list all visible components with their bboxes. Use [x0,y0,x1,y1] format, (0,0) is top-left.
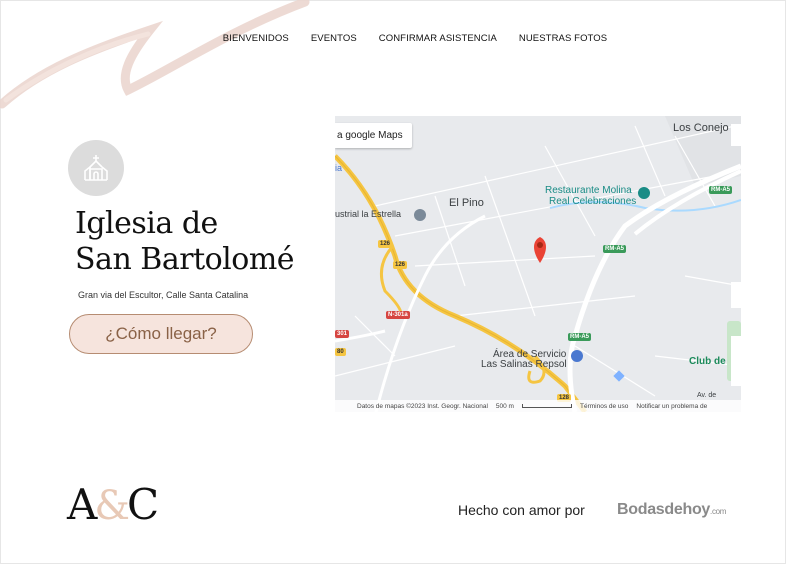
venue-title: Iglesia de San Bartolomé [75,206,295,278]
map-place-el-pino: El Pino [449,197,484,209]
venue-title-line2: San Bartolomé [75,242,295,277]
decorative-brush-stroke [0,0,310,109]
map-place-restaurante-1: Restaurante Molina [545,185,632,196]
map-terms-link[interactable]: Términos de uso [580,403,628,410]
map-embed[interactable]: a google Maps Los Conejo El Pino ustrial… [335,116,741,412]
road-label: N-301a [386,311,410,319]
road-label: RM-A5 [568,333,591,341]
map-place-los-conejos: Los Conejo [673,122,729,134]
open-in-google-maps-link[interactable]: a google Maps [335,123,412,148]
road-label: 126 [393,261,408,269]
road-label: RM-A5 [603,245,626,253]
bodasdehoy-logo[interactable]: Bodasdehoy.com [617,501,726,519]
map-place-club: Club de [689,356,726,367]
map-place-industrial: ustrial la Estrella [335,209,402,219]
nav-item-bienvenidos[interactable]: BIENVENIDOS [223,33,289,44]
map-place-av: Av. de [697,392,717,399]
map-place-area-servicio-2: Las Salinas Repsol [481,359,567,370]
nav-item-nuestras-fotos[interactable]: NUESTRAS FOTOS [519,33,607,44]
road-label: 126 [378,240,393,248]
main-nav: BIENVENIDOS EVENTOS CONFIRMAR ASISTENCIA… [0,33,786,44]
venue-address: Gran via del Escultor, Calle Santa Catal… [78,290,249,300]
map-scale-bar [521,404,572,408]
brand-suffix: .com [710,507,727,516]
monogram-ampersand: & [94,483,130,529]
directions-button[interactable]: ¿Cómo llegar? [69,314,253,354]
map-data-credit: Datos de mapas ©2023 Inst. Geogr. Nacion… [357,402,488,410]
monogram-right: C [126,480,159,529]
map-attribution: Datos de mapas ©2023 Inst. Geogr. Nacion… [335,400,741,412]
couple-monogram-logo: A&C [67,480,159,530]
brand-name: Bodasdehoy [617,501,711,518]
venue-title-line1: Iglesia de [75,206,218,241]
road-label: RM-A5 [709,186,732,194]
map-place-restaurante-2: Real Celebraciones [549,196,637,207]
made-with-love-text: Hecho con amor por [458,502,585,518]
map-report-link[interactable]: Notificar un problema de [636,403,707,410]
road-label: 301 [335,330,350,338]
nav-item-confirmar-asistencia[interactable]: CONFIRMAR ASISTENCIA [379,33,497,44]
church-icon [68,140,124,196]
road-label: 80 [335,348,346,356]
map-place-ia: ia [335,163,343,173]
nav-item-eventos[interactable]: EVENTOS [311,33,357,44]
map-scale: 500 m [495,402,514,410]
monogram-left: A [67,480,97,529]
